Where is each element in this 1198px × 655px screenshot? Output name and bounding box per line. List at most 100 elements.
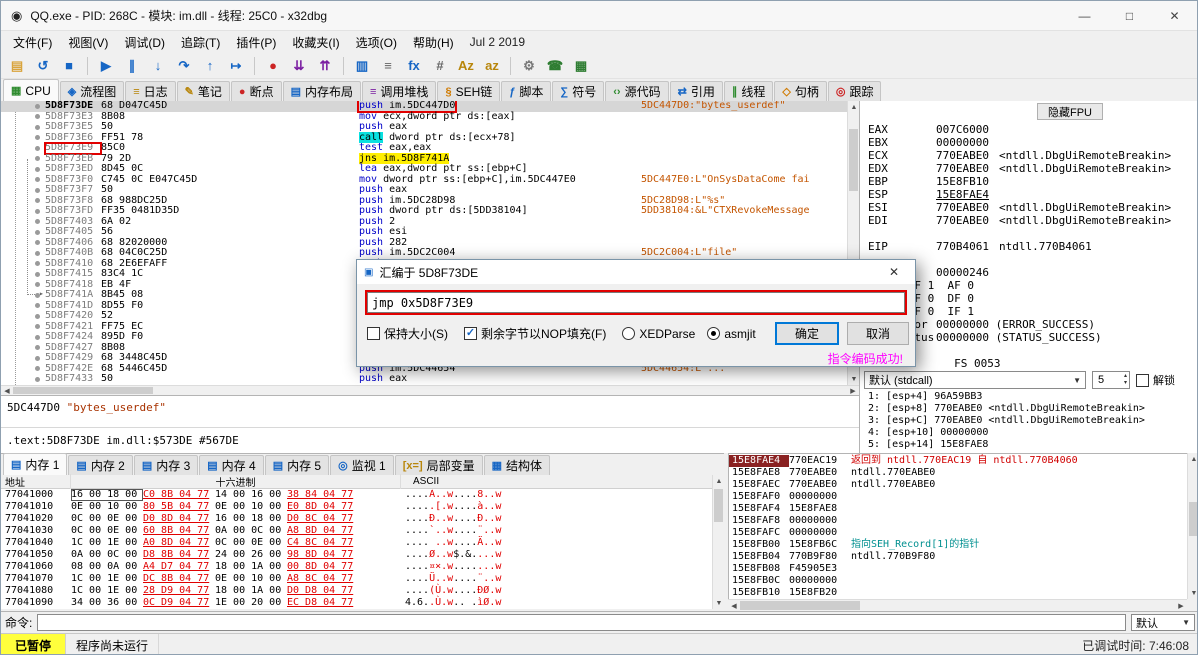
menu-item-3[interactable]: 追踪(T)	[173, 32, 228, 53]
breakpoint-dot[interactable]	[35, 166, 40, 172]
trace-into-button[interactable]: ⇊	[287, 55, 311, 77]
help-phone-button[interactable]: ☎	[543, 55, 567, 77]
breakpoint-dot[interactable]	[35, 240, 40, 245]
dump-vscrollbar[interactable]: ▲ ▼	[712, 475, 724, 609]
close-button[interactable]: ✕	[1152, 1, 1197, 30]
unlock-checkbox[interactable]: 解锁	[1136, 372, 1175, 388]
breakpoint-dot[interactable]	[35, 219, 40, 224]
dump-row[interactable]: 77041090 34 00 36 00 0C D9 04 77 1E 00 20 0…	[1, 597, 712, 609]
scroll-thumb[interactable]	[740, 601, 860, 610]
argument-row[interactable]: 3: [esp+C] 770EABE0 <ntdll.DbgUiRemoteBr…	[868, 415, 1145, 427]
stack-row[interactable]: 15E8FB10 15E8FB20	[729, 587, 1187, 599]
scroll-track[interactable]	[713, 487, 724, 597]
bottom-tab-memory-3[interactable]: ▤ 内存 3	[133, 455, 199, 475]
disasm-gutter[interactable]	[1, 112, 45, 123]
disasm-gutter[interactable]	[1, 290, 45, 301]
breakpoint-dot[interactable]	[35, 114, 40, 119]
disasm-gutter[interactable]	[1, 301, 45, 312]
breakpoint-dot[interactable]	[35, 345, 40, 350]
argument-row[interactable]: 1: [esp+4] 96A59BB3	[868, 391, 1145, 403]
ok-button[interactable]: 确定	[775, 322, 839, 345]
tab-source[interactable]: ‹› 源代码	[605, 81, 669, 101]
dump-row[interactable]: 77041050 0A 00 0C 00 D8 8B 04 77 24 00 26 0…	[1, 549, 712, 561]
disasm-gutter[interactable]	[1, 164, 45, 175]
menu-item-5[interactable]: 收藏夹(I)	[284, 32, 347, 53]
breakpoint-dot[interactable]	[35, 145, 40, 151]
scroll-thumb[interactable]	[1189, 501, 1197, 536]
breakpoint-dot[interactable]	[35, 324, 40, 329]
command-input[interactable]	[37, 614, 1126, 631]
flags-line[interactable]: ZF 1 PF 1 AF 0	[868, 279, 1197, 292]
breakpoint-dot[interactable]	[35, 135, 40, 140]
disasm-gutter[interactable]	[1, 227, 45, 238]
asmjit-radio[interactable]	[707, 327, 721, 340]
disasm-gutter[interactable]	[1, 185, 45, 196]
stack-row[interactable]: 15E8FAFC 00000000	[729, 527, 1187, 539]
menu-item-7[interactable]: 帮助(H)	[405, 32, 462, 53]
register-row[interactable]: EFLAGS00000246	[868, 266, 1197, 279]
tab-symbols[interactable]: ∑ 符号	[552, 81, 605, 101]
stack-row[interactable]: 15E8FAF4 15E8FAE8	[729, 503, 1187, 515]
breakpoint-dot[interactable]	[35, 282, 40, 287]
stack-row[interactable]: 15E8FAE4 770EAC19 返回到 ntdll.770EAC19 自 ntd…	[729, 455, 1187, 467]
labels-button[interactable]: #	[428, 55, 452, 77]
stack-row[interactable]: 15E8FB08 F45905E3	[729, 563, 1187, 575]
stack-row[interactable]: 15E8FB0C 00000000	[729, 575, 1187, 587]
breakpoint-dot[interactable]	[35, 229, 40, 235]
dump-row[interactable]: 77041040 1C 00 1E 00 A0 8D 04 77 0C 00 0E 0…	[1, 537, 712, 549]
case-button[interactable]: az	[480, 55, 504, 77]
scroll-track[interactable]	[740, 600, 1175, 611]
stack-row[interactable]: 15E8FAF8 00000000	[729, 515, 1187, 527]
breakpoint-dot[interactable]	[35, 177, 40, 182]
scroll-thumb[interactable]	[714, 489, 723, 523]
disasm-gutter[interactable]	[1, 259, 45, 270]
command-profile-select[interactable]: 默认 ▼	[1131, 614, 1195, 631]
dump-row[interactable]: 77041070 1C 00 1E 00 DC 8B 04 77 0E 00 10 0…	[1, 573, 712, 585]
functions-button[interactable]: fx	[402, 55, 426, 77]
disasm-gutter[interactable]	[1, 175, 45, 186]
breakpoint-dot[interactable]	[35, 334, 40, 340]
disasm-gutter[interactable]	[1, 217, 45, 228]
stack-row[interactable]: 15E8FB04 770B9F80 ntdll.770B9F80	[729, 551, 1187, 563]
disasm-gutter[interactable]	[1, 332, 45, 343]
breakpoints-button[interactable]: ●	[261, 55, 285, 77]
bottom-tab-watch[interactable]: ◎ 监视 1	[330, 455, 394, 475]
disasm-hscrollbar[interactable]: ◀ ▶	[1, 385, 859, 395]
tab-memory-map[interactable]: ▤ 内存布局	[282, 81, 361, 101]
bottom-tab-memory-1[interactable]: ▤ 内存 1	[3, 453, 68, 475]
disasm-gutter[interactable]	[1, 353, 45, 364]
disasm-row[interactable]: 5D8F7403 6A 02 push 2	[1, 216, 847, 228]
argument-row[interactable]: 4: [esp+10] 00000000	[868, 427, 1145, 439]
settings-button[interactable]: ⚙	[517, 55, 541, 77]
tab-breakpoints[interactable]: ● 断点	[230, 81, 282, 101]
breakpoint-dot[interactable]	[35, 156, 40, 161]
register-row[interactable]: ESP 15E8FAE4	[868, 188, 1197, 201]
log-button[interactable]: ≡	[376, 55, 400, 77]
disasm-gutter[interactable]	[1, 364, 45, 375]
scroll-track[interactable]	[13, 386, 847, 395]
tab-threads[interactable]: ∥ 线程	[723, 81, 774, 101]
argument-row[interactable]: 2: [esp+8] 770EABE0 <ntdll.DbgUiRemoteBr…	[868, 403, 1145, 415]
scroll-up-icon[interactable]: ▲	[1188, 453, 1197, 465]
scroll-track[interactable]	[1188, 465, 1197, 587]
disasm-gutter[interactable]	[1, 248, 45, 259]
chip-button[interactable]: ▦	[569, 55, 593, 77]
breakpoint-dot[interactable]	[35, 313, 40, 319]
breakpoint-dot[interactable]	[35, 187, 40, 193]
breakpoint-dot[interactable]	[35, 124, 40, 130]
stack-pane[interactable]: 15E8FAE4 770EAC19 返回到 ntdll.770EAC19 自 ntd…	[728, 453, 1187, 599]
tab-seh-chain[interactable]: § SEH链	[437, 81, 501, 101]
memory-dump-pane[interactable]: 77041000 16 00 18 00 C0 8B 04 77 14 00 16 0…	[1, 489, 712, 609]
breakpoint-dot[interactable]	[35, 250, 40, 256]
stop-button[interactable]: ■	[57, 55, 81, 77]
dump-col-ascii[interactable]: ASCII	[401, 476, 439, 487]
breakpoint-dot[interactable]	[35, 103, 40, 109]
disasm-gutter[interactable]	[1, 322, 45, 333]
flags-line[interactable]: OF 0 SF 0 DF 0	[868, 292, 1197, 305]
hide-fpu-button[interactable]: 隐藏FPU	[1037, 103, 1103, 120]
tab-call-stack[interactable]: ≡ 调用堆栈	[362, 81, 437, 101]
step-over-button[interactable]: ↷	[172, 55, 196, 77]
register-row[interactable]: EDX 770EABE0 <ntdll.DbgUiRemoteBreakin>	[868, 162, 1197, 175]
register-row[interactable]: ECX 770EABE0 <ntdll.DbgUiRemoteBreakin>	[868, 149, 1197, 162]
menu-item-6[interactable]: 选项(O)	[348, 32, 405, 53]
